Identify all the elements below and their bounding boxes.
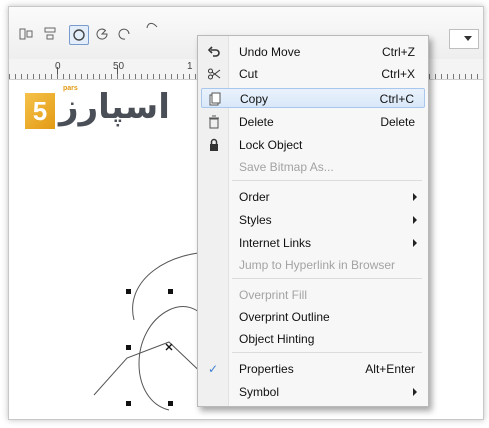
align-icon[interactable] — [17, 25, 35, 43]
menu-item-overprint-fill[interactable]: Overprint Fill — [201, 285, 425, 305]
menu-item-overprint-outline[interactable]: Overprint Outline — [201, 307, 425, 327]
undo-icon — [207, 45, 221, 59]
menu-item-symbol[interactable]: Symbol — [201, 382, 425, 402]
menu-separator — [232, 180, 422, 181]
menu-item-label: Delete — [239, 115, 274, 129]
cut-icon — [207, 67, 221, 81]
delete-icon — [207, 115, 221, 129]
menu-item-label: Jump to Hyperlink in Browser — [239, 258, 396, 272]
menu-item-save-bitmap-as[interactable]: Save Bitmap As... — [201, 157, 425, 177]
shape-small-icon[interactable] — [143, 17, 161, 35]
menu-item-shortcut: Alt+Enter — [365, 362, 415, 376]
menu-item-label: Lock Object — [239, 138, 303, 152]
menu-item-styles[interactable]: Styles — [201, 210, 425, 230]
menu-item-cut[interactable]: Cut Ctrl+X — [201, 64, 425, 84]
menu-item-label: Styles — [239, 213, 272, 227]
menu-item-shortcut: Ctrl+X — [381, 67, 415, 81]
submenu-arrow-icon — [413, 193, 417, 201]
menu-item-jump-to-hyperlink[interactable]: Jump to Hyperlink in Browser — [201, 255, 425, 275]
submenu-arrow-icon — [413, 239, 417, 247]
menu-separator — [232, 352, 422, 353]
selection-handle — [126, 289, 131, 294]
lock-icon — [207, 138, 221, 152]
menu-item-label: Copy — [240, 92, 269, 106]
selection-handle — [168, 289, 173, 294]
toolbar-dropdown[interactable] — [449, 29, 479, 49]
center-marker — [165, 343, 173, 351]
submenu-arrow-icon — [413, 216, 417, 224]
ruler-label: 1 — [187, 61, 193, 72]
ruler-label: 50 — [113, 61, 125, 72]
menu-item-order[interactable]: Order — [201, 187, 425, 207]
menu-item-label: Properties — [239, 362, 294, 376]
menu-item-internet-links[interactable]: Internet Links — [201, 233, 425, 253]
menu-item-undo-move[interactable]: Undo Move Ctrl+Z — [201, 42, 425, 62]
menu-item-label: Save Bitmap As... — [239, 160, 334, 174]
menu-item-lock-object[interactable]: Lock Object — [201, 135, 425, 155]
polygon-shape — [93, 341, 210, 396]
menu-item-shortcut: Delete — [380, 115, 415, 129]
menu-item-copy[interactable]: Copy Ctrl+C — [201, 88, 425, 108]
ellipse-tool-icon[interactable] — [69, 25, 89, 45]
menu-item-label: Order — [239, 190, 270, 204]
menu-item-label: Overprint Fill — [239, 288, 308, 302]
chevron-down-icon — [464, 36, 472, 41]
menu-item-label: Internet Links — [239, 236, 312, 250]
selection-handle — [126, 345, 131, 350]
selection-handle — [168, 401, 173, 406]
menu-separator — [232, 278, 422, 279]
menu-item-label: Cut — [239, 67, 258, 81]
context-menu: Undo Move Ctrl+Z Cut Ctrl+X Copy Ctrl+C … — [197, 35, 429, 407]
menu-item-label: Undo Move — [239, 45, 301, 59]
pie-tool-icon[interactable] — [93, 25, 111, 43]
checkmark-icon: ✓ — [207, 362, 219, 376]
menu-item-object-hinting[interactable]: Object Hinting — [201, 329, 425, 349]
menu-item-delete[interactable]: Delete Delete — [201, 112, 425, 132]
copy-icon — [208, 92, 222, 106]
arc-tool-icon[interactable] — [115, 25, 133, 43]
menu-item-properties[interactable]: ✓ Properties Alt+Enter — [201, 359, 425, 379]
menu-item-shortcut: Ctrl+Z — [382, 45, 415, 59]
submenu-arrow-icon — [413, 388, 417, 396]
menu-item-label: Overprint Outline — [239, 310, 330, 324]
selection-handle — [126, 401, 131, 406]
distribute-icon[interactable] — [41, 25, 59, 43]
app-window: 0 50 1 5 pars اسپارز Undo Move — [8, 6, 484, 420]
menu-item-shortcut: Ctrl+C — [379, 92, 414, 106]
menu-item-label: Symbol — [239, 385, 280, 399]
menu-item-label: Object Hinting — [239, 332, 315, 346]
